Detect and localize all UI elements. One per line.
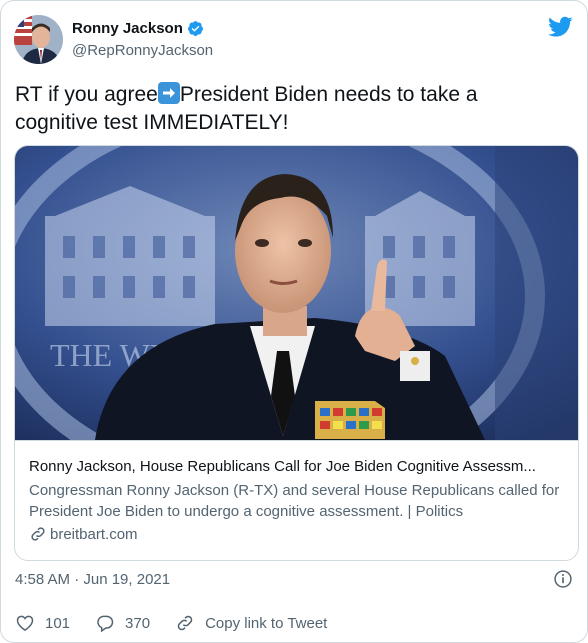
verified-badge-icon [187, 21, 203, 36]
reply-button[interactable]: 370 [95, 613, 150, 633]
heart-icon [16, 615, 34, 631]
like-count: 101 [45, 614, 71, 632]
author-name[interactable]: Ronny Jackson [72, 20, 183, 37]
like-button[interactable]: 101 [15, 613, 70, 633]
tweet-timestamp[interactable]: 4:58 AM · Jun 19, 2021 [15, 571, 170, 588]
card-description: Congressman Ronny Jackson (R-TX) and sev… [29, 482, 560, 520]
card-body: Ronny Jackson, House Republicans Call fo… [29, 458, 564, 543]
tweet-text: RT if you agree President Biden needs to … [15, 81, 560, 137]
author-info: Ronny Jackson @RepRonnyJackson [72, 20, 213, 59]
card-domain[interactable]: breitbart.com [29, 525, 564, 543]
reply-count: 370 [125, 614, 151, 632]
card-title[interactable]: Ronny Jackson, House Republicans Call fo… [29, 458, 564, 475]
tweet-card: Ronny Jackson @RepRonnyJackson RT if you… [0, 0, 588, 643]
twitter-bird-icon[interactable] [548, 16, 573, 38]
right-arrow-emoji-icon [157, 82, 180, 104]
copy-link-label: Copy link to Tweet [205, 614, 328, 632]
avatar[interactable] [14, 15, 63, 64]
tweet-text-before: RT if you agree [15, 83, 158, 106]
card-image[interactable]: THE WH [15, 146, 578, 441]
link-icon [31, 527, 45, 541]
card-domain-text: breitbart.com [50, 525, 138, 543]
author-name-row: Ronny Jackson [72, 20, 213, 37]
tweet-actions: 101 370 Copy link to Tweet [15, 613, 352, 633]
chain-link-icon [177, 615, 193, 631]
info-icon[interactable] [553, 569, 573, 589]
link-preview-card[interactable]: THE WH Ronny Jackson, House Republicans … [14, 145, 579, 561]
author-handle[interactable]: @RepRonnyJackson [72, 42, 213, 59]
copy-link-button[interactable]: Copy link to Tweet [175, 613, 327, 633]
reply-bubble-icon [97, 615, 114, 633]
